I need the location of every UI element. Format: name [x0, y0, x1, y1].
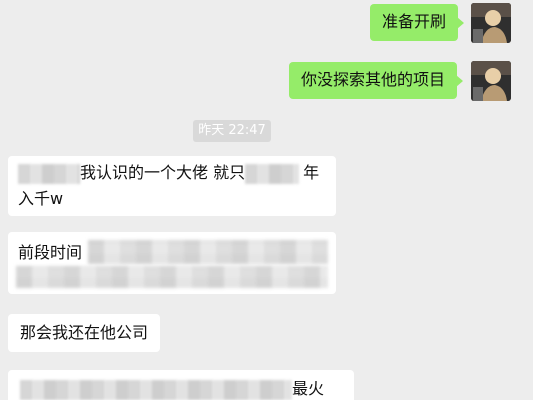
message-text: 准备开刷 [382, 12, 447, 31]
incoming-message-bubble[interactable]: 最火 [8, 370, 354, 400]
redacted-text [245, 163, 300, 184]
avatar-photo-icon [471, 3, 511, 43]
avatar-photo-icon [471, 61, 511, 101]
redacted-text [18, 163, 80, 184]
message-text: 年 [303, 163, 320, 182]
incoming-message-bubble[interactable]: 那会我还在他公司 [8, 314, 161, 352]
message-text: 前段时间 [18, 243, 83, 262]
redacted-text [88, 240, 328, 264]
message-text: 最火 [292, 379, 325, 398]
message-line: 我认识的一个大佬 就只 年 [18, 162, 326, 184]
outgoing-message-bubble[interactable]: 你没探索其他的项目 [289, 62, 464, 99]
chat-timestamp: 昨天 22:47 [193, 120, 271, 142]
message-text: 我认识的一个大佬 就只 [80, 163, 246, 182]
incoming-message-bubble[interactable]: 我认识的一个大佬 就只 年 入千w [8, 156, 336, 216]
redacted-text [20, 379, 292, 400]
self-avatar[interactable] [471, 61, 511, 101]
redacted-text [16, 266, 328, 288]
message-text: 你没探索其他的项目 [301, 70, 446, 89]
self-avatar[interactable] [471, 3, 511, 43]
message-text: 那会我还在他公司 [20, 323, 149, 342]
message-line: 入千w [18, 189, 64, 208]
outgoing-message-bubble[interactable]: 准备开刷 [370, 4, 465, 41]
